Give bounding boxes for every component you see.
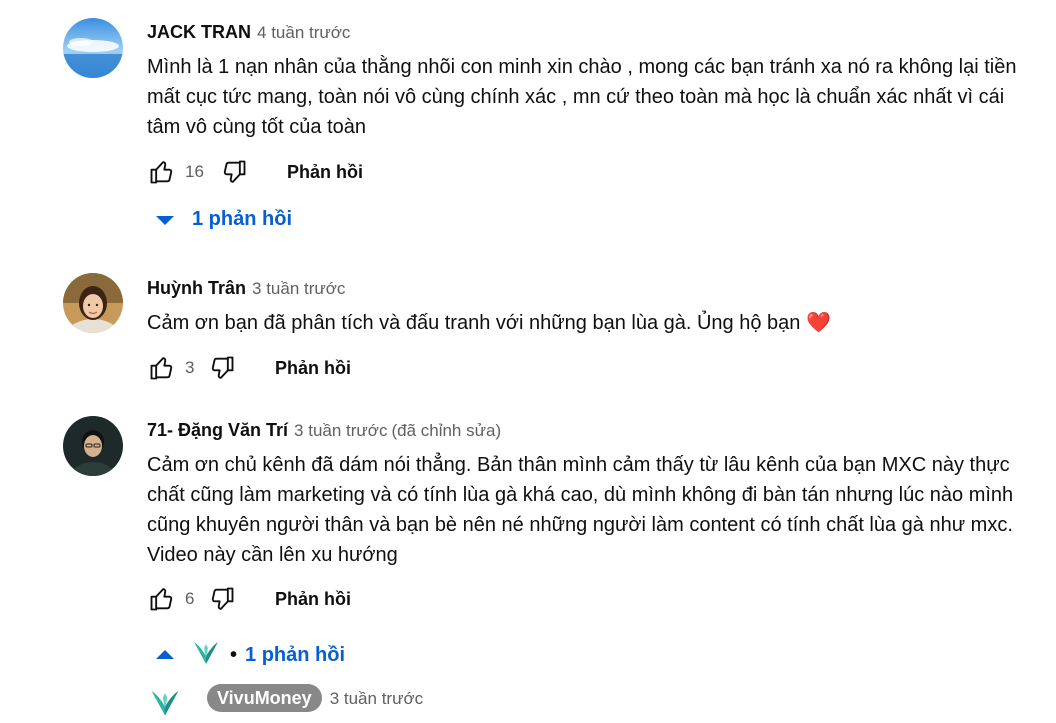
like-icon[interactable] <box>147 353 177 383</box>
hide-replies-button[interactable]: • 1 phản hồi <box>154 638 345 672</box>
comment-text: Cảm ơn chủ kênh đã dám nói thẳng. Bản th… <box>147 454 1014 566</box>
avatar[interactable] <box>63 416 123 476</box>
reply-button[interactable]: Phản hồi <box>275 358 351 379</box>
reply-button[interactable]: Phản hồi <box>275 589 351 610</box>
like-count: 3 <box>185 358 195 377</box>
bullet-separator: • <box>230 643 238 666</box>
comment-time[interactable]: 3 tuần trước <box>330 689 423 708</box>
vivumoney-logo <box>151 690 179 716</box>
like-icon[interactable] <box>147 157 177 187</box>
comment-time[interactable]: 3 tuần trước <box>294 421 387 440</box>
like-count: 16 <box>185 162 204 181</box>
comment-author[interactable]: Huỳnh Trân <box>147 278 246 298</box>
comment-time[interactable]: 3 tuần trước <box>252 279 345 298</box>
avatar[interactable] <box>63 273 123 333</box>
comment-time[interactable]: 4 tuần trước <box>257 23 350 42</box>
view-replies-button[interactable]: 1 phản hồi <box>154 208 292 231</box>
like-count: 6 <box>185 589 195 608</box>
dislike-icon[interactable] <box>207 584 237 614</box>
edited-label: (đã chỉnh sửa) <box>391 421 502 440</box>
like-icon[interactable] <box>147 584 177 614</box>
channel-owner-avatar <box>190 638 222 672</box>
comment-author[interactable]: JACK TRAN <box>147 22 251 42</box>
dislike-icon[interactable] <box>207 353 237 383</box>
chevron-up-icon <box>156 650 174 659</box>
avatar[interactable] <box>147 686 183 723</box>
replies-count-label: 1 phản hồi <box>192 208 292 230</box>
chevron-down-icon <box>156 215 174 225</box>
channel-owner-badge[interactable]: VivuMoney <box>207 684 322 712</box>
comment-text: Cảm ơn bạn đã phân tích và đấu tranh với… <box>147 312 831 334</box>
avatar[interactable] <box>63 18 123 78</box>
dislike-icon[interactable] <box>219 157 249 187</box>
vivumoney-logo <box>194 642 218 664</box>
comment-text: Mình là 1 nạn nhân của thằng nhõi con mi… <box>147 56 1017 138</box>
comment-author[interactable]: 71- Đặng Văn Trí <box>147 420 288 440</box>
reply-button[interactable]: Phản hồi <box>287 162 363 183</box>
replies-count-label: 1 phản hồi <box>245 643 346 666</box>
